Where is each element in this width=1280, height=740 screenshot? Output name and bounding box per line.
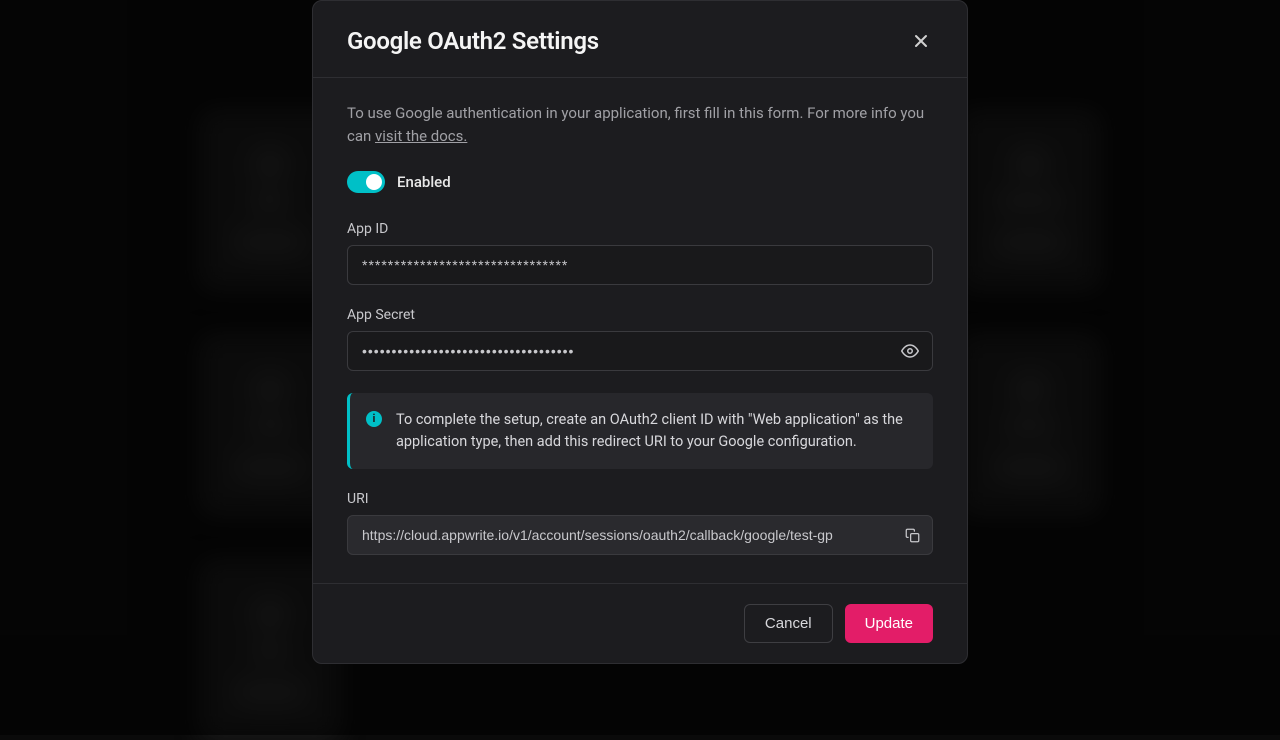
cancel-button[interactable]: Cancel: [744, 604, 833, 643]
app-id-label: App ID: [347, 221, 933, 237]
modal-footer: Cancel Update: [313, 583, 967, 663]
update-button[interactable]: Update: [845, 604, 933, 643]
app-id-field-group: App ID: [347, 221, 933, 285]
reveal-secret-button[interactable]: [899, 340, 921, 362]
uri-label: URI: [347, 491, 933, 507]
docs-link[interactable]: visit the docs.: [375, 127, 467, 145]
app-id-input[interactable]: [347, 245, 933, 285]
app-secret-input[interactable]: [347, 331, 933, 371]
enabled-toggle-row: Enabled: [347, 171, 933, 193]
uri-input[interactable]: [347, 515, 933, 555]
modal-title: Google OAuth2 Settings: [347, 27, 599, 55]
app-secret-input-wrap: [347, 331, 933, 371]
modal-header: Google OAuth2 Settings: [313, 1, 967, 78]
app-id-input-wrap: [347, 245, 933, 285]
uri-field-group: URI: [347, 491, 933, 555]
eye-icon: [901, 342, 919, 360]
app-secret-field-group: App Secret: [347, 307, 933, 371]
enabled-toggle[interactable]: [347, 171, 385, 193]
close-button[interactable]: [909, 29, 933, 53]
modal-description: To use Google authentication in your app…: [347, 102, 933, 149]
oauth-settings-modal: Google OAuth2 Settings To use Google aut…: [312, 0, 968, 664]
copy-uri-button[interactable]: [901, 524, 923, 546]
uri-input-wrap: [347, 515, 933, 555]
app-secret-label: App Secret: [347, 307, 933, 323]
enabled-label: Enabled: [397, 173, 451, 191]
close-icon: [914, 34, 928, 48]
modal-body: To use Google authentication in your app…: [313, 78, 967, 583]
copy-icon: [905, 528, 920, 543]
modal-overlay: Google OAuth2 Settings To use Google aut…: [0, 0, 1280, 735]
toggle-knob: [366, 174, 382, 190]
info-box: i To complete the setup, create an OAuth…: [347, 393, 933, 470]
info-text: To complete the setup, create an OAuth2 …: [396, 409, 915, 454]
info-icon: i: [366, 411, 382, 427]
